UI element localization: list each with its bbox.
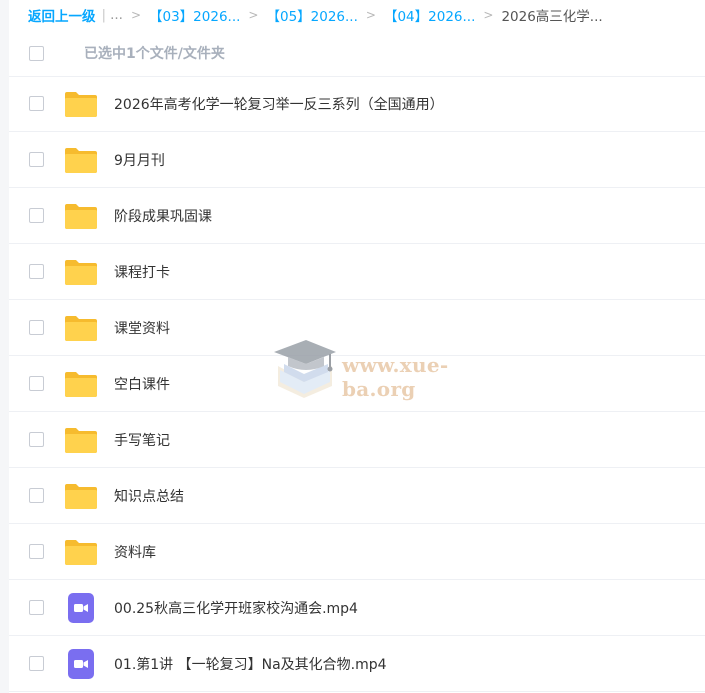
file-name[interactable]: 资料库 bbox=[114, 542, 156, 562]
folder-icon bbox=[63, 369, 99, 399]
breadcrumb-separator: > bbox=[130, 8, 141, 22]
video-icon bbox=[63, 592, 99, 623]
list-item[interactable]: 资料库 bbox=[9, 524, 705, 580]
folder-icon bbox=[63, 257, 99, 287]
row-checkbox[interactable] bbox=[29, 152, 44, 167]
file-name[interactable]: 2026年高考化学一轮复习举一反三系列（全国通用） bbox=[114, 94, 444, 114]
row-checkbox[interactable] bbox=[29, 376, 44, 391]
folder-icon bbox=[63, 537, 99, 567]
list-item[interactable]: 2026年高考化学一轮复习举一反三系列（全国通用） bbox=[9, 76, 705, 132]
file-name[interactable]: 知识点总结 bbox=[114, 486, 184, 506]
selection-count-label: 已选中1个文件/文件夹 bbox=[84, 46, 225, 62]
file-name[interactable]: 手写笔记 bbox=[114, 430, 170, 450]
list-item[interactable]: 知识点总结 bbox=[9, 468, 705, 524]
breadcrumb-item-2[interactable]: 【05】2026... bbox=[266, 5, 357, 25]
row-checkbox[interactable] bbox=[29, 96, 44, 111]
breadcrumb-ellipsis[interactable]: ... bbox=[110, 7, 123, 23]
breadcrumb-separator: > bbox=[365, 8, 376, 22]
folder-icon bbox=[63, 313, 99, 343]
file-name[interactable]: 9月月刊 bbox=[114, 150, 165, 170]
breadcrumb-separator: > bbox=[483, 8, 494, 22]
list-item[interactable]: 手写笔记 bbox=[9, 412, 705, 468]
folder-icon bbox=[63, 481, 99, 511]
folder-icon bbox=[63, 145, 99, 175]
breadcrumb-separator: > bbox=[248, 8, 259, 22]
list-item[interactable]: 课堂资料 bbox=[9, 300, 705, 356]
breadcrumb-item-3[interactable]: 【04】2026... bbox=[384, 5, 475, 25]
row-checkbox[interactable] bbox=[29, 264, 44, 279]
folder-icon bbox=[63, 89, 99, 119]
breadcrumb-item-1[interactable]: 【03】2026... bbox=[149, 5, 240, 25]
row-checkbox[interactable] bbox=[29, 656, 44, 671]
breadcrumb: 返回上一级 | ... > 【03】2026... > 【05】2026... … bbox=[28, 0, 698, 30]
row-checkbox[interactable] bbox=[29, 208, 44, 223]
file-name[interactable]: 课堂资料 bbox=[114, 318, 170, 338]
breadcrumb-current: 2026高三化学... bbox=[501, 9, 603, 25]
left-gutter bbox=[0, 0, 9, 693]
row-checkbox[interactable] bbox=[29, 320, 44, 335]
file-name[interactable]: 00.25秋高三化学开班家校沟通会.mp4 bbox=[114, 598, 358, 618]
list-item[interactable]: 01.第1讲 【一轮复习】Na及其化合物.mp4 bbox=[9, 636, 705, 692]
video-icon bbox=[63, 648, 99, 679]
list-item[interactable]: 空白课件 bbox=[9, 356, 705, 412]
folder-icon bbox=[63, 201, 99, 231]
file-name[interactable]: 阶段成果巩固课 bbox=[114, 206, 212, 226]
file-list: 2026年高考化学一轮复习举一反三系列（全国通用） 9月月刊阶段成果巩固课 课程打卡… bbox=[9, 76, 705, 692]
row-checkbox[interactable] bbox=[29, 488, 44, 503]
list-item[interactable]: 9月月刊 bbox=[9, 132, 705, 188]
list-item[interactable]: 00.25秋高三化学开班家校沟通会.mp4 bbox=[9, 580, 705, 636]
select-all-checkbox[interactable] bbox=[29, 45, 44, 61]
breadcrumb-pipe: | bbox=[101, 7, 107, 23]
folder-icon bbox=[63, 425, 99, 455]
file-name[interactable]: 空白课件 bbox=[114, 374, 170, 394]
file-name[interactable]: 课程打卡 bbox=[114, 262, 170, 282]
list-item[interactable]: 阶段成果巩固课 bbox=[9, 188, 705, 244]
row-checkbox[interactable] bbox=[29, 544, 44, 559]
list-header: 已选中1个文件/文件夹 bbox=[9, 30, 705, 77]
list-item[interactable]: 课程打卡 bbox=[9, 244, 705, 300]
row-checkbox[interactable] bbox=[29, 432, 44, 447]
row-checkbox[interactable] bbox=[29, 600, 44, 615]
back-link[interactable]: 返回上一级 bbox=[28, 5, 96, 25]
file-name[interactable]: 01.第1讲 【一轮复习】Na及其化合物.mp4 bbox=[114, 654, 387, 674]
